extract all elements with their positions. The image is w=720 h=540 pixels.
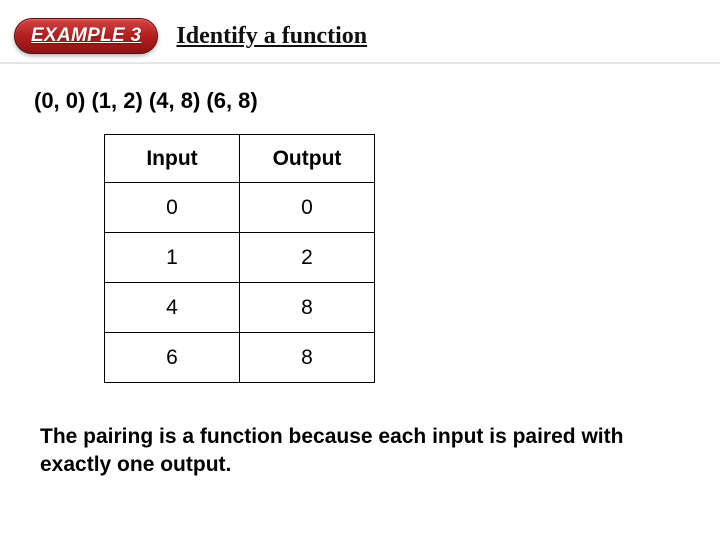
example-badge-text: EXAMPLE 3 <box>31 25 141 47</box>
ordered-pairs-text: (0, 0) (1, 2) (4, 8) (6, 8) <box>34 88 686 114</box>
table-header-output: Output <box>240 135 375 183</box>
io-table-wrap: Input Output 0 0 1 2 4 8 6 8 <box>104 134 686 383</box>
table-cell-output: 8 <box>240 333 375 383</box>
example-badge: EXAMPLE 3 <box>14 18 158 54</box>
header-bar: EXAMPLE 3 Identify a function <box>0 0 720 64</box>
content-area: (0, 0) (1, 2) (4, 8) (6, 8) Input Output… <box>0 64 720 490</box>
table-cell-input: 1 <box>105 233 240 283</box>
page-title: Identify a function <box>176 23 367 50</box>
table-row: 4 8 <box>105 283 375 333</box>
table-cell-output: 8 <box>240 283 375 333</box>
table-row: 6 8 <box>105 333 375 383</box>
table-cell-input: 4 <box>105 283 240 333</box>
io-table: Input Output 0 0 1 2 4 8 6 8 <box>104 134 375 383</box>
table-row: 1 2 <box>105 233 375 283</box>
table-cell-output: 2 <box>240 233 375 283</box>
table-cell-input: 0 <box>105 183 240 233</box>
table-header-row: Input Output <box>105 135 375 183</box>
table-row: 0 0 <box>105 183 375 233</box>
table-header-input: Input <box>105 135 240 183</box>
table-cell-input: 6 <box>105 333 240 383</box>
table-cell-output: 0 <box>240 183 375 233</box>
conclusion-text: The pairing is a function because each i… <box>34 423 686 480</box>
